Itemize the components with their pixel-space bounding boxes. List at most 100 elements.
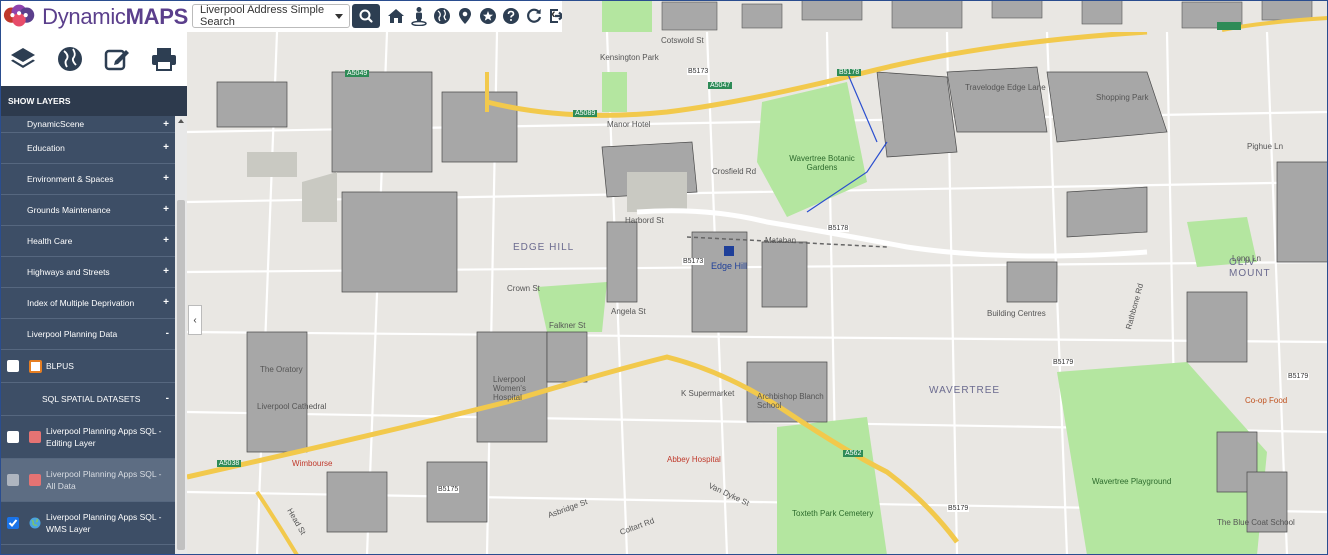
person-layer-icon bbox=[29, 431, 41, 443]
app-logo[interactable]: DynamicMAPS bbox=[2, 2, 188, 32]
map-label-street: Angela St bbox=[611, 307, 646, 316]
map-canvas[interactable]: EDGE HILL WAVERTREE OLIV MOUNT Edge Hill… bbox=[187, 32, 1328, 555]
map-label-park: Wavertree Playground bbox=[1092, 477, 1172, 486]
home-icon[interactable] bbox=[386, 5, 406, 27]
map-label-building: Building Centres bbox=[987, 309, 1046, 318]
collapse-icon: - bbox=[165, 393, 169, 404]
edit-icon[interactable] bbox=[101, 43, 133, 75]
map-label-street: Long Ln bbox=[1232, 254, 1261, 263]
map-label-hospital: Abbey Hospital bbox=[667, 455, 721, 464]
layer-checkbox[interactable] bbox=[7, 360, 19, 372]
map-label-street: Pighue Ln bbox=[1247, 142, 1284, 151]
layer-group-dynamicscene[interactable]: DynamicScene + bbox=[0, 116, 175, 133]
map-label-shop: Co-op Food bbox=[1245, 396, 1288, 405]
map-label-street: Crown St bbox=[507, 284, 540, 293]
layer-group-education[interactable]: Education + bbox=[0, 133, 175, 164]
train-station-icon bbox=[724, 246, 734, 256]
layer-label: BLPUS bbox=[46, 361, 74, 371]
globe-icon[interactable] bbox=[54, 43, 86, 75]
panel-collapse-button[interactable]: ‹ bbox=[188, 305, 202, 335]
layers-icon[interactable] bbox=[7, 43, 39, 75]
layer-label-line2: Editing Layer bbox=[46, 438, 96, 448]
layer-list-scrollbar[interactable] bbox=[175, 116, 187, 555]
road-shield: A5049 bbox=[345, 70, 370, 77]
map-top-strip[interactable] bbox=[562, 0, 1328, 32]
search-type-select[interactable]: Liverpool Address Simple Search bbox=[192, 4, 350, 28]
toolbar-collapse-icon[interactable]: ‹ bbox=[551, 5, 556, 21]
sidebar-tool-icons bbox=[0, 32, 187, 86]
search-icon bbox=[359, 9, 373, 23]
layer-group-highways[interactable]: Highways and Streets + bbox=[0, 257, 175, 288]
road-shield: B5178 bbox=[837, 69, 862, 76]
expand-icon: + bbox=[163, 119, 169, 130]
print-icon[interactable] bbox=[148, 43, 180, 75]
layer-group-label: Highways and Streets bbox=[27, 267, 110, 277]
road-shield: B5173 bbox=[687, 68, 710, 75]
road-shield: A5047 bbox=[708, 82, 733, 89]
layer-group-label: Grounds Maintenance bbox=[27, 205, 111, 215]
chevron-down-icon bbox=[335, 14, 343, 19]
logo-text: DynamicMAPS bbox=[42, 4, 188, 30]
map-label-street: Cotswold St bbox=[661, 36, 704, 45]
street-view-icon[interactable] bbox=[409, 5, 429, 27]
refresh-icon[interactable] bbox=[524, 5, 544, 27]
layer-checkbox[interactable] bbox=[7, 474, 19, 486]
road-shield: A562 bbox=[843, 450, 864, 457]
layer-label-line2: All Data bbox=[46, 481, 76, 491]
map-label-school: The Blue Coat School bbox=[1217, 518, 1295, 527]
layer-checkbox[interactable] bbox=[7, 431, 19, 443]
layer-checkbox-checked[interactable] bbox=[7, 517, 19, 529]
map-label-building: Liverpool Cathedral bbox=[257, 402, 327, 411]
star-icon[interactable] bbox=[478, 5, 498, 27]
scrollbar-thumb[interactable] bbox=[177, 200, 185, 550]
layer-group-environment[interactable]: Environment & Spaces + bbox=[0, 164, 175, 195]
layer-label-line1: Liverpool Planning Apps SQL - bbox=[46, 469, 162, 479]
map-label-street: Harbord St bbox=[625, 216, 664, 225]
logo-text-a: Dynamic bbox=[42, 4, 126, 29]
layer-group-planning-data[interactable]: Liverpool Planning Data - bbox=[0, 319, 175, 350]
layer-group-grounds-maintenance[interactable]: Grounds Maintenance + bbox=[0, 195, 175, 226]
road-shield: B5173 bbox=[682, 258, 705, 265]
map-pin-icon[interactable] bbox=[455, 5, 475, 27]
map-label-building: Liverpool Women's Hospital bbox=[493, 375, 526, 402]
logo-text-b: MAPS bbox=[125, 4, 189, 29]
layer-group-imd[interactable]: Index of Multiple Deprivation + bbox=[0, 288, 175, 319]
map-label-school: Archbishop Blanch School bbox=[757, 392, 824, 410]
expand-icon: + bbox=[163, 173, 169, 184]
search-type-value: Liverpool Address Simple Search bbox=[200, 4, 325, 28]
layer-sql-wms: Liverpool Planning Apps SQL - WMS Layer bbox=[0, 502, 175, 545]
collapse-icon: - bbox=[165, 328, 169, 339]
map-label-building: Mataban bbox=[765, 236, 797, 245]
scroll-up-icon[interactable] bbox=[178, 119, 184, 123]
map-label-hotel: Travelodge Edge Lane bbox=[965, 83, 1046, 92]
show-layers-header[interactable]: SHOW LAYERS bbox=[0, 86, 187, 116]
map-label-station: Edge Hill bbox=[711, 261, 748, 271]
layer-label: Liverpool Planning Apps SQL - Editing Lay… bbox=[46, 425, 161, 449]
road-shield: B5179 bbox=[1052, 359, 1075, 366]
check-icon bbox=[8, 519, 18, 527]
globe-layer-icon bbox=[29, 517, 41, 529]
layer-group-label: Environment & Spaces bbox=[27, 174, 114, 184]
globe-icon[interactable] bbox=[432, 5, 452, 27]
road-shield: A5089 bbox=[573, 110, 598, 117]
layer-group-sql-spatial[interactable]: SQL SPATIAL DATASETS - bbox=[0, 383, 175, 416]
expand-icon: + bbox=[163, 266, 169, 277]
layers-panel: SHOW LAYERS DynamicScene + Education + E… bbox=[0, 86, 187, 555]
map-label-hotel: Manor Hotel bbox=[607, 120, 651, 129]
layer-group-health-care[interactable]: Health Care + bbox=[0, 226, 175, 257]
layer-group-label: Liverpool Planning Data bbox=[27, 329, 118, 339]
expand-icon: + bbox=[163, 204, 169, 215]
map-label-street: Falkner St bbox=[549, 321, 586, 330]
layer-group-label: DynamicScene bbox=[27, 119, 85, 129]
road-shield: A5038 bbox=[217, 460, 242, 467]
expand-icon: + bbox=[163, 297, 169, 308]
map-label-street: Crosfield Rd bbox=[712, 167, 757, 176]
map-label-park: Kensington Park bbox=[600, 53, 659, 62]
map-label-shop: Shopping Park bbox=[1096, 93, 1149, 102]
person-layer-icon bbox=[29, 474, 41, 486]
map-label-cemetery: Toxteth Park Cemetery bbox=[792, 509, 874, 518]
road-shield: B5178 bbox=[827, 225, 850, 232]
search-button[interactable] bbox=[352, 4, 380, 28]
map-label-area: EDGE HILL bbox=[513, 242, 575, 253]
help-icon[interactable] bbox=[501, 5, 521, 27]
